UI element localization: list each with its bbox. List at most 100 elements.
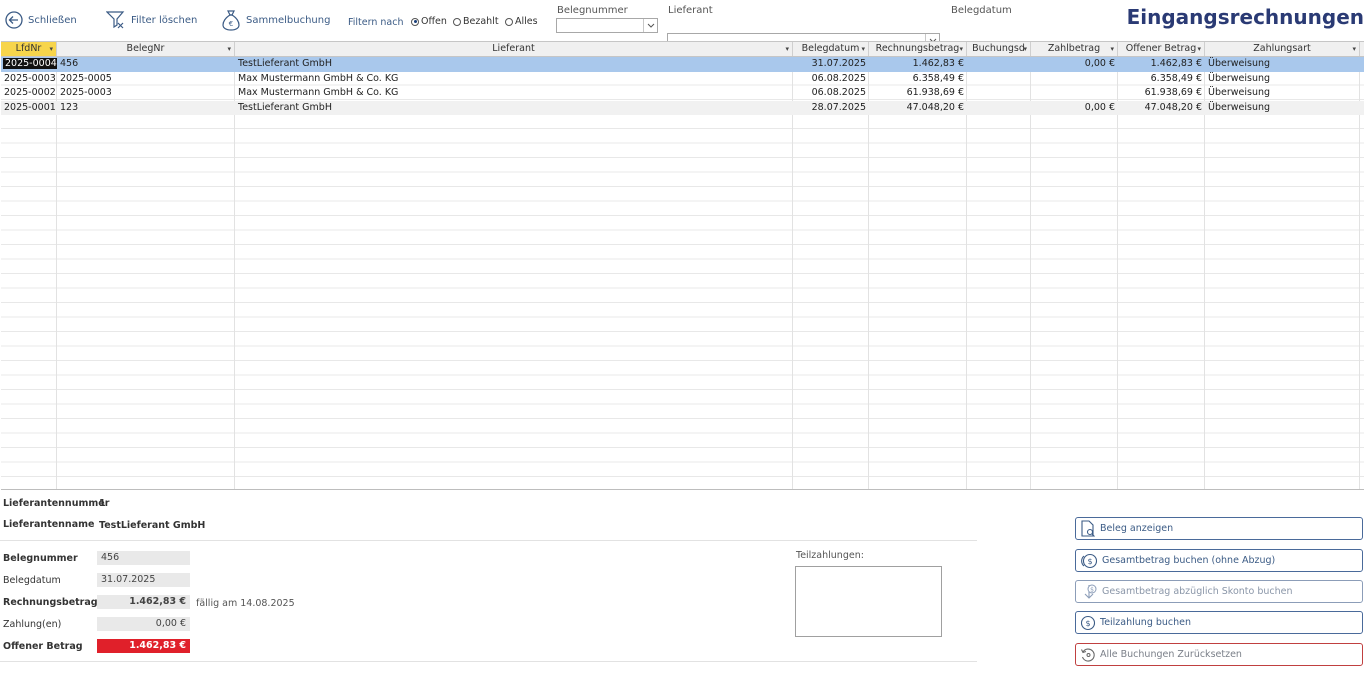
table-row[interactable]: 2025-0004 456 TestLieferant GmbH 31.07.2… <box>1 57 1364 72</box>
cell-offener-betrag[interactable]: 47.048,20 € <box>1118 101 1205 116</box>
radio-all[interactable]: Alles <box>505 16 538 27</box>
partial-payments-list[interactable] <box>795 566 942 637</box>
cell-belegnr[interactable]: 123 <box>57 101 235 116</box>
svg-text:$: $ <box>1090 586 1094 593</box>
supplier-number-value: 1 <box>99 498 106 509</box>
divider <box>0 661 977 662</box>
clear-filter-button[interactable]: Filter löschen <box>106 10 197 30</box>
sort-arrow-icon: ▾ <box>785 45 789 53</box>
open-amount-label: Offener Betrag <box>3 641 83 652</box>
radio-all-dot <box>505 17 513 26</box>
beleg-date-field[interactable]: 31.07.2025 <box>97 573 190 587</box>
svg-text:€: € <box>229 20 233 28</box>
cell-offener-betrag[interactable]: 61.938,69 € <box>1118 86 1205 101</box>
book-partial-label: Teilzahlung buchen <box>1100 617 1192 628</box>
cell-offener-betrag[interactable]: 6.358,49 € <box>1118 72 1205 87</box>
belegdatum-filter-label: Belegdatum <box>951 5 1012 16</box>
supplier-name-label: Lieferantenname <box>3 519 95 530</box>
book-partial-button[interactable]: $ Teilzahlung buchen <box>1075 611 1363 634</box>
cell-zahlbetrag[interactable]: 0,00 € <box>1031 57 1118 72</box>
cell-belegdatum[interactable]: 06.08.2025 <box>793 72 869 87</box>
radio-paid-label: Bezahlt <box>463 16 499 27</box>
radio-open-label: Offen <box>421 16 447 27</box>
sort-arrow-icon: ▾ <box>1023 45 1027 53</box>
header-rechnungsbetrag[interactable]: Rechnungsbetrag ▾ <box>869 42 967 56</box>
coins-icon: $ <box>1081 553 1098 568</box>
header-lfdnr[interactable]: LfdNr ▾ <box>1 42 57 56</box>
cell-lfdnr[interactable]: 2025-0001 <box>1 101 57 116</box>
header-buchungsdatum[interactable]: Buchungsd ▾ <box>967 42 1031 56</box>
cell-zahlungsart[interactable]: Überweisung <box>1205 101 1360 116</box>
sort-arrow-icon: ▾ <box>49 45 53 53</box>
partial-payments-label: Teilzahlungen: <box>796 550 864 561</box>
cell-zahlungsart[interactable]: Überweisung <box>1205 72 1360 87</box>
cell-lfdnr[interactable]: 2025-0004 <box>3 58 57 69</box>
header-belegdatum[interactable]: Belegdatum ▾ <box>793 42 869 56</box>
reset-all-label: Alle Buchungen Zurücksetzen <box>1100 649 1242 660</box>
header-offener-betrag[interactable]: Offener Betrag ▾ <box>1118 42 1205 56</box>
beleg-date-label: Belegdatum <box>3 575 61 586</box>
cell-rechnungsbetrag[interactable]: 61.938,69 € <box>869 86 967 101</box>
header-belegnr[interactable]: BelegNr ▾ <box>57 42 235 56</box>
cell-lieferant[interactable]: Max Mustermann GmbH & Co. KG <box>235 86 793 101</box>
supplier-number-label: Lieferantennummer <box>3 498 110 509</box>
due-date-text: fällig am 14.08.2025 <box>196 598 295 609</box>
header-zahlbetrag[interactable]: Zahlbetrag ▾ <box>1031 42 1118 56</box>
radio-open[interactable]: Offen <box>411 16 447 27</box>
chevron-down-icon <box>643 19 657 32</box>
header-zahlungsart[interactable]: Zahlungsart ▾ <box>1205 42 1360 56</box>
book-skonto-button[interactable]: $ Gesamtbetrag abzüglich Skonto buchen <box>1075 580 1363 603</box>
cell-offener-betrag[interactable]: 1.462,83 € <box>1118 57 1205 72</box>
invoice-grid[interactable]: LfdNr ▾ BelegNr ▾ Lieferant ▾ Belegdatum ▾ R… <box>1 41 1364 490</box>
radio-paid[interactable]: Bezahlt <box>453 16 499 27</box>
cell-belegnr[interactable]: 2025-0005 <box>57 72 235 87</box>
cell-buchungsdatum[interactable] <box>967 86 1031 101</box>
cell-lieferant[interactable]: Max Mustermann GmbH & Co. KG <box>235 72 793 87</box>
cell-buchungsdatum[interactable] <box>967 57 1031 72</box>
cell-belegnr[interactable]: 456 <box>57 57 235 72</box>
table-row[interactable]: 2025-0001 123 TestLieferant GmbH 28.07.2… <box>1 100 1364 116</box>
reset-icon <box>1081 647 1095 662</box>
book-skonto-label: Gesamtbetrag abzüglich Skonto buchen <box>1102 586 1293 597</box>
cell-rechnungsbetrag[interactable]: 47.048,20 € <box>869 101 967 116</box>
cell-belegdatum[interactable]: 31.07.2025 <box>793 57 869 72</box>
cell-buchungsdatum[interactable] <box>967 101 1031 116</box>
cell-zahlbetrag[interactable] <box>1031 72 1118 87</box>
invoice-amount-field[interactable]: 1.462,83 € <box>97 595 190 609</box>
cell-rechnungsbetrag[interactable]: 6.358,49 € <box>869 72 967 87</box>
table-row[interactable]: 2025-0003 2025-0005 Max Mustermann GmbH … <box>1 72 1364 87</box>
sort-arrow-icon: ▾ <box>1197 45 1201 53</box>
cell-zahlungsart[interactable]: Überweisung <box>1205 57 1360 72</box>
open-amount-field[interactable]: 1.462,83 € <box>97 639 190 653</box>
reset-all-button[interactable]: Alle Buchungen Zurücksetzen <box>1075 643 1363 666</box>
book-total-button[interactable]: $ Gesamtbetrag buchen (ohne Abzug) <box>1075 549 1363 572</box>
cell-lfdnr[interactable]: 2025-0002 <box>1 86 57 101</box>
filter-by-label: Filtern nach <box>348 17 404 28</box>
supplier-name-value: TestLieferant GmbH <box>99 520 206 531</box>
close-button[interactable]: Schließen <box>5 11 77 29</box>
cell-zahlbetrag[interactable] <box>1031 86 1118 101</box>
arrow-left-circle-icon <box>5 11 23 29</box>
beleg-number-field[interactable]: 456 <box>97 551 190 565</box>
cell-rechnungsbetrag[interactable]: 1.462,83 € <box>869 57 967 72</box>
cell-lieferant[interactable]: TestLieferant GmbH <box>235 101 793 116</box>
payments-field[interactable]: 0,00 € <box>97 617 190 631</box>
cell-zahlbetrag[interactable]: 0,00 € <box>1031 101 1118 116</box>
belegnummer-filter-combo[interactable] <box>556 18 658 33</box>
show-document-button[interactable]: Beleg anzeigen <box>1075 517 1363 540</box>
cell-zahlungsart[interactable]: Überweisung <box>1205 86 1360 101</box>
cell-belegdatum[interactable]: 28.07.2025 <box>793 101 869 116</box>
cell-belegnr[interactable]: 2025-0003 <box>57 86 235 101</box>
cell-buchungsdatum[interactable] <box>967 72 1031 87</box>
cell-belegdatum[interactable]: 06.08.2025 <box>793 86 869 101</box>
cell-lieferant[interactable]: TestLieferant GmbH <box>235 57 793 72</box>
sort-arrow-icon: ▾ <box>1110 45 1114 53</box>
grid-header: LfdNr ▾ BelegNr ▾ Lieferant ▾ Belegdatum ▾ R… <box>1 42 1364 57</box>
beleg-number-label: Belegnummer <box>3 553 78 564</box>
show-document-label: Beleg anzeigen <box>1100 523 1174 534</box>
batch-booking-button[interactable]: € Sammelbuchung <box>221 9 330 31</box>
header-lieferant[interactable]: Lieferant ▾ <box>235 42 793 56</box>
table-row[interactable]: 2025-0002 2025-0003 Max Mustermann GmbH … <box>1 86 1364 101</box>
batch-booking-label: Sammelbuchung <box>246 14 331 26</box>
cell-lfdnr[interactable]: 2025-0003 <box>1 72 57 87</box>
